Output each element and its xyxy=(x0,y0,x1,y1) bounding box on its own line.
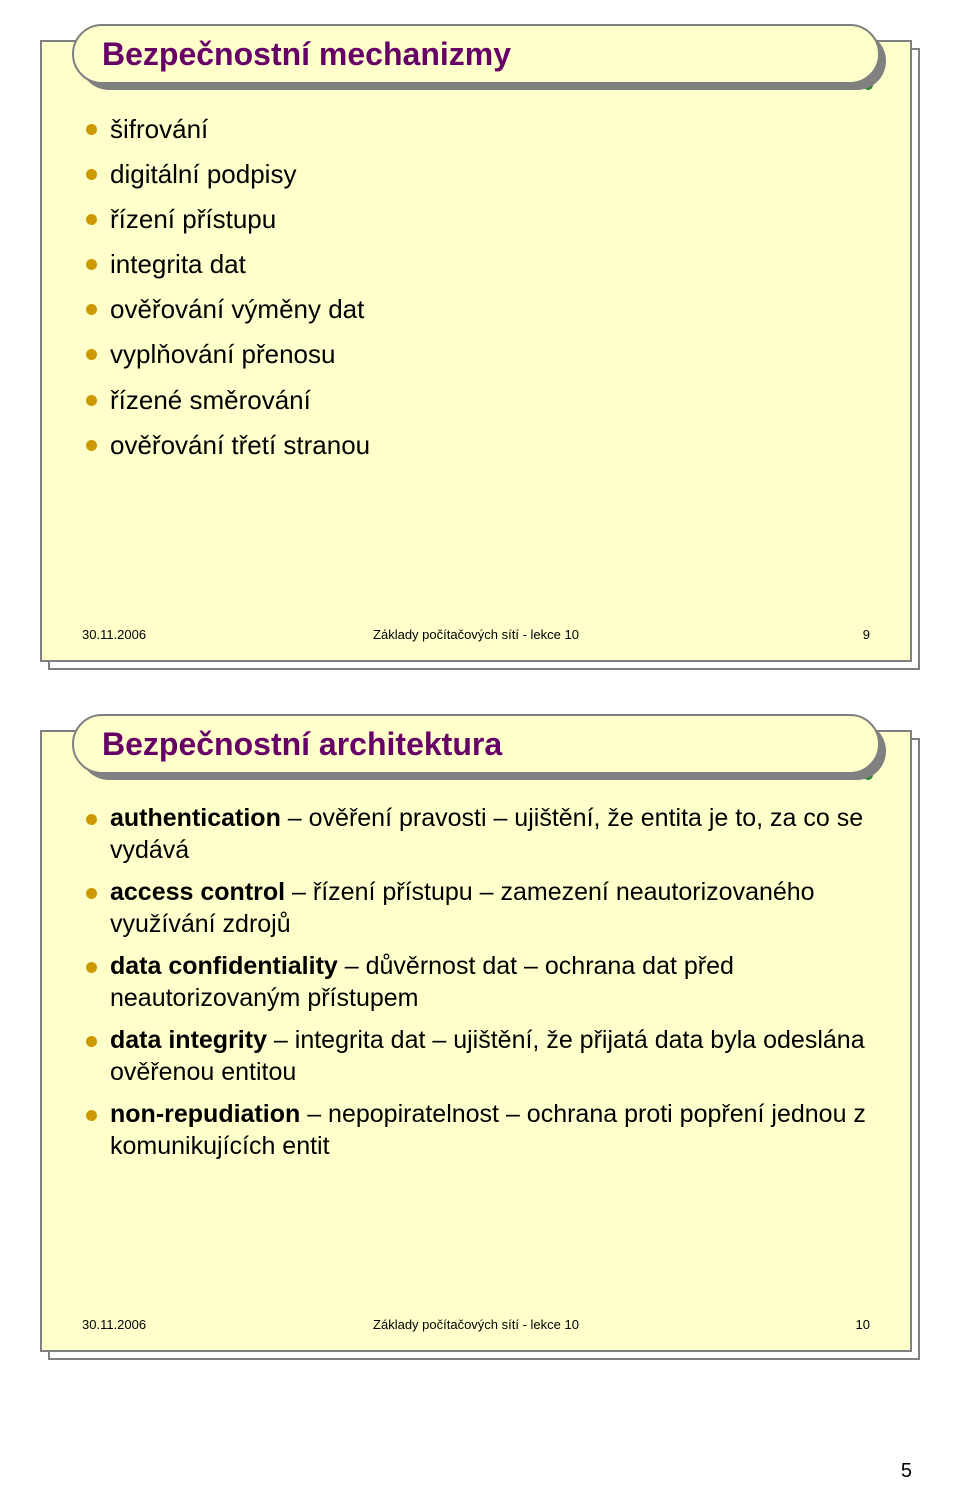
list-item: authentication – ověření pravosti – ujiš… xyxy=(82,802,870,866)
title-bar: Bezpečnostní mechanizmy xyxy=(72,24,880,84)
bullet-list: authentication – ověření pravosti – ujiš… xyxy=(82,802,870,1162)
page-number: 5 xyxy=(901,1460,912,1483)
list-item: digitální podpisy xyxy=(82,157,870,192)
term: non-repudiation xyxy=(110,1100,300,1128)
title-pill: Bezpečnostní architektura xyxy=(72,714,880,774)
slide-2: Bezpečnostní architektura authentication… xyxy=(40,710,920,1360)
list-item: vyplňování přenosu xyxy=(82,337,870,372)
bullet-list: šifrování digitální podpisy řízení příst… xyxy=(82,112,870,463)
list-item: šifrování xyxy=(82,112,870,147)
list-item: ověřování výměny dat xyxy=(82,292,870,327)
slide-title: Bezpečnostní architektura xyxy=(102,726,502,763)
slide-1: Bezpečnostní mechanizmy šifrování digitá… xyxy=(40,20,920,670)
term: data integrity xyxy=(110,1026,267,1054)
footer-center: Základy počítačových sítí - lekce 10 xyxy=(82,627,870,642)
term: access control xyxy=(110,878,285,906)
slide-content: Bezpečnostní mechanizmy šifrování digitá… xyxy=(40,40,912,662)
list-item: řízení přístupu xyxy=(82,202,870,237)
list-item: řízené směrování xyxy=(82,383,870,418)
page: Bezpečnostní mechanizmy šifrování digitá… xyxy=(0,0,960,1495)
slide-footer: 30.11.2006 Základy počítačových sítí - l… xyxy=(82,1317,870,1332)
slide-footer: 30.11.2006 Základy počítačových sítí - l… xyxy=(82,627,870,642)
slide-title: Bezpečnostní mechanizmy xyxy=(102,36,511,73)
term: authentication xyxy=(110,804,281,832)
term: data confidentiality xyxy=(110,952,338,980)
title-pill: Bezpečnostní mechanizmy xyxy=(72,24,880,84)
slide-body: authentication – ověření pravosti – ujiš… xyxy=(82,802,870,1290)
list-item: integrita dat xyxy=(82,247,870,282)
footer-date: 30.11.2006 xyxy=(82,1317,146,1332)
list-item: non-repudiation – nepopiratelnost – ochr… xyxy=(82,1098,870,1162)
list-item: data integrity – integrita dat – ujištěn… xyxy=(82,1024,870,1088)
list-item: access control – řízení přístupu – zamez… xyxy=(82,876,870,940)
footer-slidenum: 10 xyxy=(856,1317,870,1332)
title-bar: Bezpečnostní architektura xyxy=(72,714,880,774)
slide-content: Bezpečnostní architektura authentication… xyxy=(40,730,912,1352)
footer-date: 30.11.2006 xyxy=(82,627,146,642)
list-item: data confidentiality – důvěrnost dat – o… xyxy=(82,950,870,1014)
footer-center: Základy počítačových sítí - lekce 10 xyxy=(82,1317,870,1332)
slide-body: šifrování digitální podpisy řízení příst… xyxy=(82,112,870,600)
footer-slidenum: 9 xyxy=(863,627,870,642)
list-item: ověřování třetí stranou xyxy=(82,428,870,463)
